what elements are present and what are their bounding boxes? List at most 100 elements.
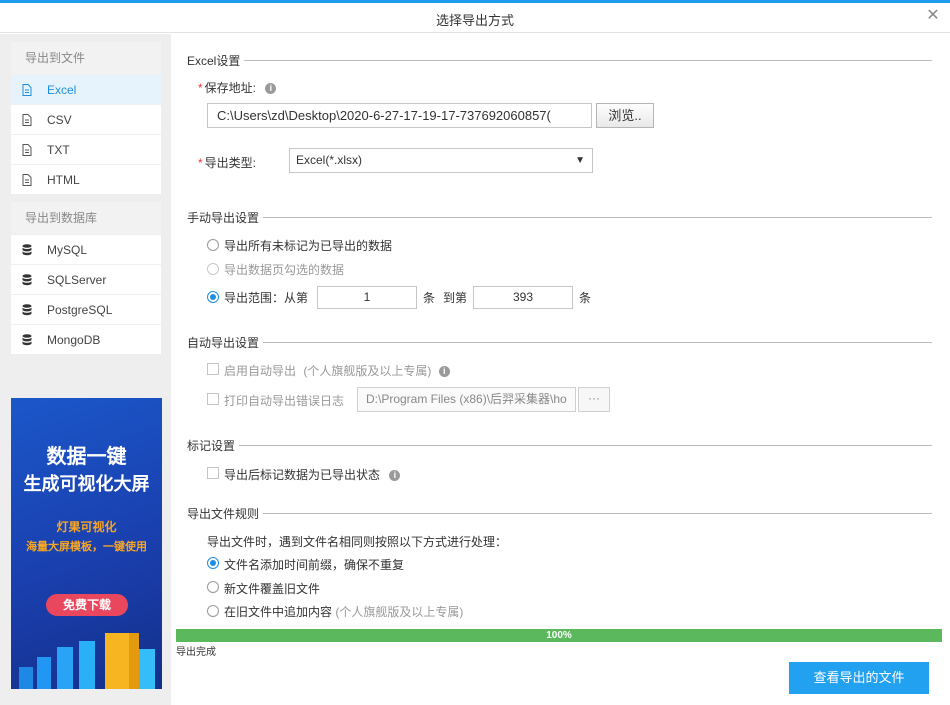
database-icon [21,273,33,287]
info-icon[interactable]: i [389,470,401,482]
sidebar-item-label: MongoDB [47,332,101,347]
file-rules-section: 导出文件规则 [187,505,932,522]
radio-export-checked[interactable] [207,263,219,275]
section-divider [187,342,932,343]
sidebar-item-html[interactable]: HTML [11,164,161,194]
sidebar-item-label: PostgreSQL [47,302,113,317]
overwrite-file-label: 新文件覆盖旧文件 [224,582,321,596]
export-type-label-row: * 导出类型: [198,154,256,171]
title-bar: 选择导出方式 ✕ [0,3,950,33]
banner-headline-1: 数据一键 [46,446,127,468]
radio-export-unmarked[interactable] [207,239,219,251]
file-group-title: 导出到文件 [11,42,161,74]
sidebar-item-label: SQLServer [47,272,107,287]
log-path-input[interactable]: D:\Program Files (x86)\后羿采集器\ho [357,387,576,412]
section-title: 导出文件规则 [187,505,264,522]
window-title: 选择导出方式 [435,13,514,28]
range-prefix-label: 导出范围：从第 [224,291,309,305]
manual-export-section: 手动导出设置 [187,209,932,226]
section-divider [187,513,932,514]
sidebar-item-label: CSV [47,112,72,127]
radio-overwrite-file[interactable] [207,581,219,593]
bar-chart-illustration [19,633,155,689]
info-icon[interactable]: i [438,366,450,378]
unit-label: 条 [423,291,436,305]
enable-auto-export-label: 启用自动导出 [224,364,297,378]
sidebar-item-csv[interactable]: CSV [11,104,161,134]
print-error-log-label: 打印自动导出错误日志 [224,394,345,408]
range-to-input[interactable]: 393 [473,286,573,309]
section-title: 自动导出设置 [187,334,264,351]
radio-append-content[interactable] [207,605,219,617]
save-path-input[interactable]: C:\Users\zd\Desktop\2020-6-27-17-19-17-7… [207,103,592,128]
enable-auto-export-checkbox[interactable] [207,363,219,375]
info-icon[interactable]: i [265,83,277,95]
dropdown-arrow-icon: ▼ [575,155,585,166]
excel-settings-section: Excel设置 [187,52,932,69]
unit-label: 条 [579,291,592,305]
promo-banner[interactable]: 数据一键 生成可视化大屏 灯果可视化 海量大屏模板，一键使用 免费下载 [11,398,162,689]
db-export-group: 导出到数据库 MySQL SQLServer PostgreSQL MongoD… [11,202,161,354]
sidebar-item-label: Excel [47,82,77,97]
sidebar-item-label: HTML [47,172,80,187]
section-title: 标记设置 [187,437,240,454]
close-icon[interactable]: ✕ [924,7,942,25]
browse-button[interactable]: 浏览.. [596,103,654,128]
export-checked-label: 导出数据页勾选的数据 [224,263,345,277]
document-icon [21,173,33,187]
settings-panel: Excel设置 * 保存地址: i C:\Users\zd\Desktop\202… [176,38,950,705]
progress-bar: 100% [176,629,942,642]
export-unmarked-label: 导出所有未标记为已导出的数据 [224,239,393,253]
sidebar-item-mysql[interactable]: MySQL [11,234,161,264]
view-exported-file-button[interactable]: 查看导出的文件 [789,662,929,694]
print-error-log-checkbox[interactable] [207,393,219,405]
database-icon [21,243,33,257]
banner-tagline: 海量大屏模板，一键使用 [26,541,147,553]
section-divider [187,217,932,218]
add-time-prefix-label: 文件名添加时间前缀，确保不重复 [224,558,405,572]
save-path-value: C:\Users\zd\Desktop\2020-6-27-17-19-17-7… [217,108,551,123]
export-type-select[interactable]: Excel(*.xlsx) ▼ [289,148,593,173]
database-icon [21,303,33,317]
mark-exported-label: 导出后标记数据为已导出状态 [224,468,381,482]
save-path-label: 保存地址: [204,81,257,95]
banner-download-button[interactable]: 免费下载 [46,594,128,616]
append-content-label: 在旧文件中追加内容 [224,605,333,619]
file-export-group: 导出到文件 Excel CSV TXT HTML [11,42,161,194]
sidebar-item-postgresql[interactable]: PostgreSQL [11,294,161,324]
sidebar: 导出到文件 Excel CSV TXT HTML 导出到数据库 MySQL SQ… [0,34,171,705]
banner-headline-2: 生成可视化大屏 [23,474,150,494]
section-divider [187,60,932,61]
sidebar-item-sqlserver[interactable]: SQLServer [11,264,161,294]
status-text: 导出完成 [176,647,216,658]
mark-exported-row: 导出后标记数据为已导出状态 i [224,466,401,483]
mark-exported-checkbox[interactable] [207,467,219,479]
radio-add-time-prefix[interactable] [207,557,219,569]
sidebar-item-txt[interactable]: TXT [11,134,161,164]
document-icon [21,83,33,97]
section-divider [187,445,932,446]
mark-settings-section: 标记设置 [187,437,932,454]
document-icon [21,143,33,157]
progress-label: 100% [546,630,572,641]
db-group-title: 导出到数据库 [11,202,161,234]
premium-note: (个人旗舰版及以上专属) [303,364,432,378]
sidebar-item-label: MySQL [47,242,88,257]
export-type-value: Excel(*.xlsx) [296,153,363,167]
auto-export-section: 自动导出设置 [187,334,932,351]
enable-auto-export-row: 启用自动导出 (个人旗舰版及以上专属) i [224,362,450,379]
range-to-label: 到第 [443,291,468,305]
save-path-label-row: * 保存地址: i [198,79,277,96]
document-icon [21,113,33,127]
sidebar-item-excel[interactable]: Excel [11,74,161,104]
database-icon [21,333,33,347]
sidebar-item-mongodb[interactable]: MongoDB [11,324,161,354]
export-type-label: 导出类型: [204,156,257,170]
banner-brand: 灯果可视化 [56,520,117,534]
append-content-row: 在旧文件中追加内容 (个人旗舰版及以上专属) [224,603,463,620]
range-from-input[interactable]: 1 [317,286,417,309]
log-path-browse-button[interactable]: ··· [578,387,610,412]
section-title: 手动导出设置 [187,209,264,226]
premium-note: (个人旗舰版及以上专属) [335,605,464,619]
radio-export-range[interactable] [207,291,219,303]
